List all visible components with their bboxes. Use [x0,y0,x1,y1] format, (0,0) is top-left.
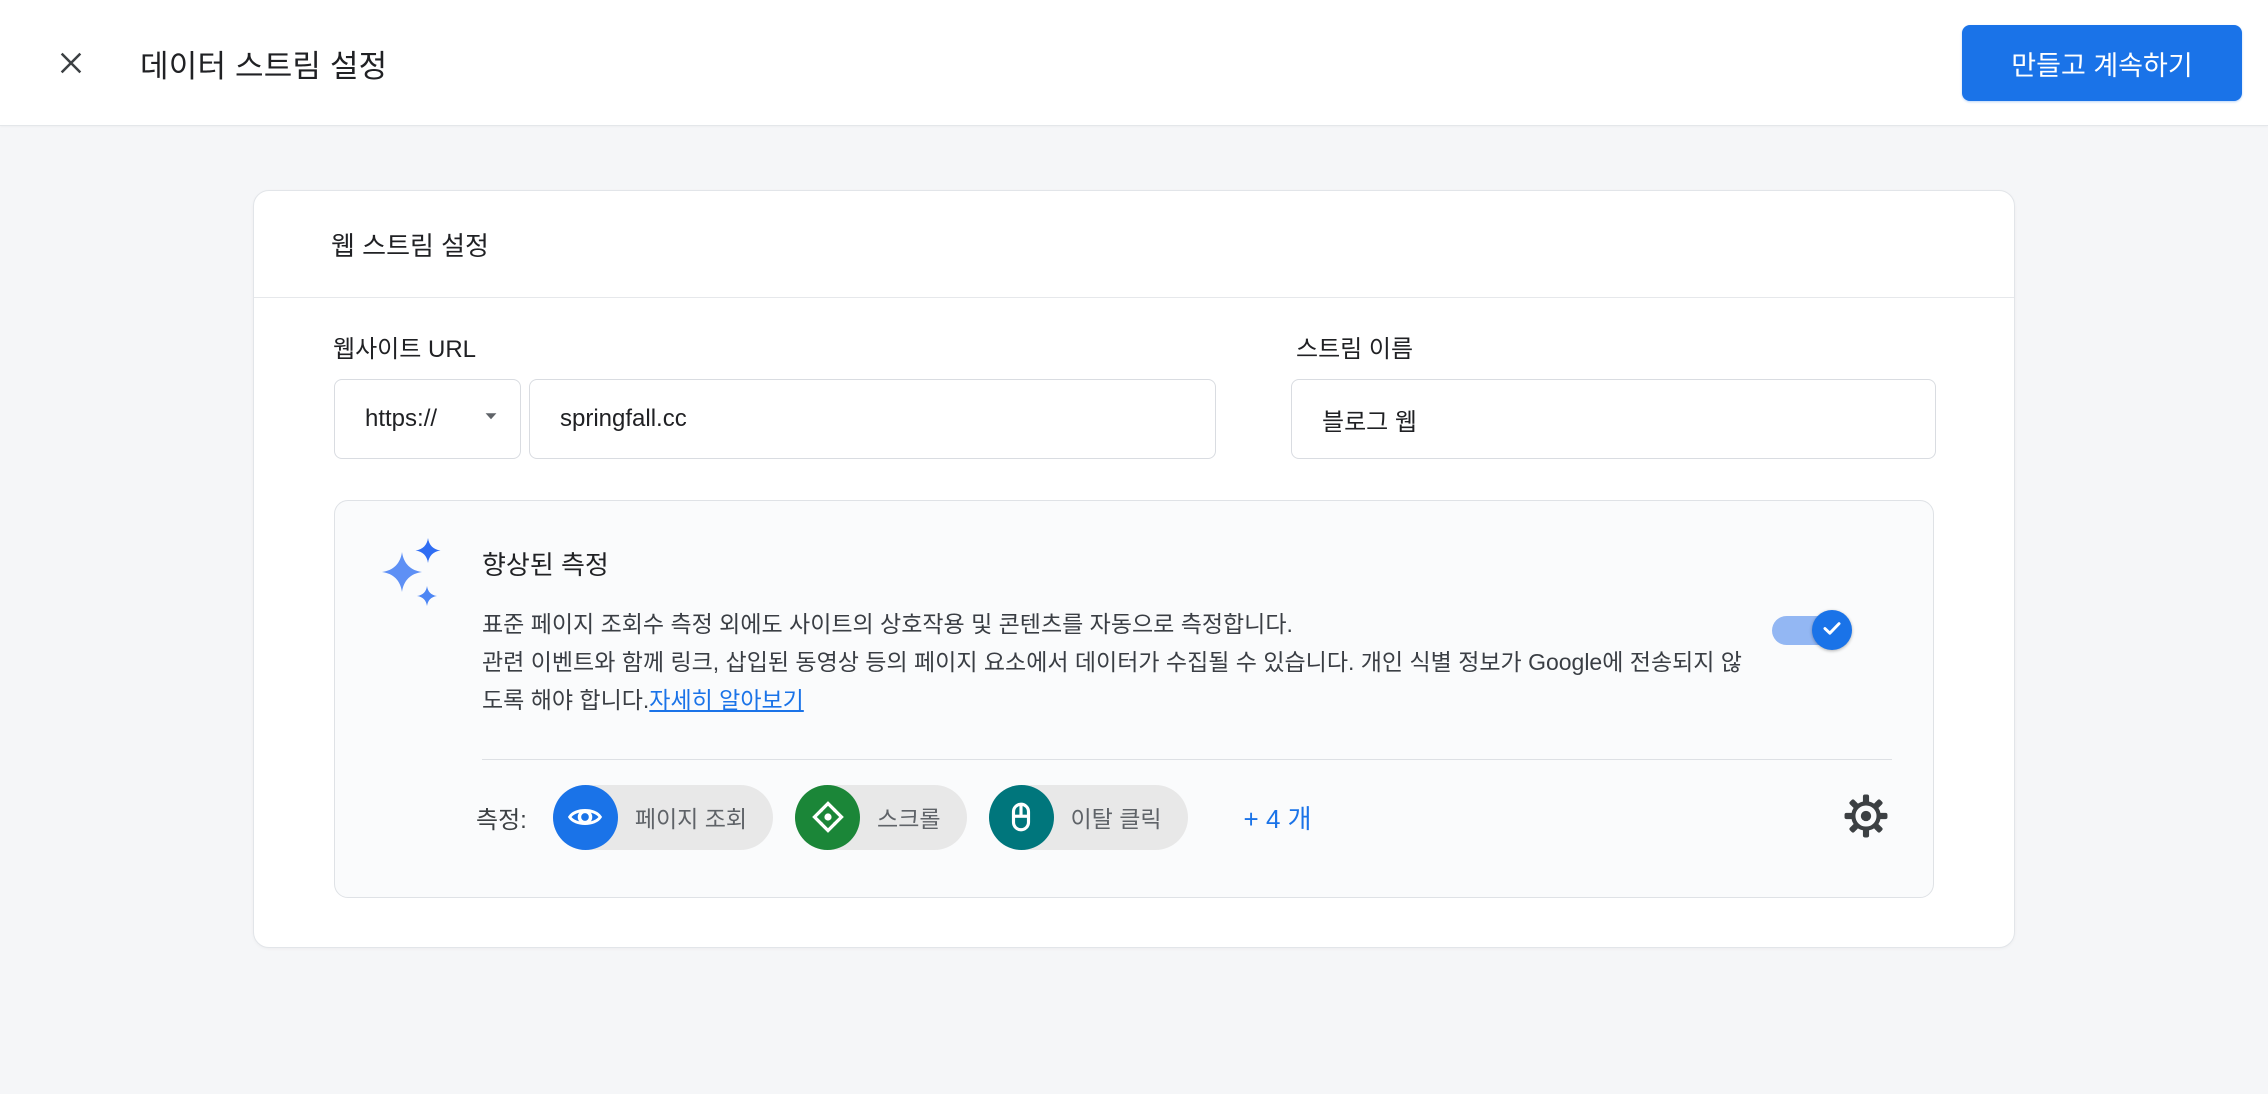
stream-name-input[interactable] [1291,379,1936,459]
measurement-divider [482,759,1892,760]
protocol-select[interactable]: https:// [334,379,521,459]
stream-name-label: 스트림 이름 [1296,329,1413,364]
chevron-down-icon [478,403,504,436]
website-url-input[interactable] [529,379,1216,459]
data-stream-setup-screen: 데이터 스트림 설정 만들고 계속하기 웹 스트림 설정 웹사이트 URL 스트… [0,0,2268,1094]
measurement-settings-button[interactable] [1840,791,1892,843]
scroll-icon [795,785,860,850]
chip-page-views: 페이지 조회 [553,785,773,850]
card-divider [254,297,2014,298]
measuring-label: 측정: [476,800,527,835]
more-count-link[interactable]: + 4 개 [1244,799,1312,836]
card-title: 웹 스트림 설정 [331,191,489,297]
chip-label: 페이지 조회 [635,800,747,834]
chip-outbound-clicks: 이탈 클릭 [989,785,1188,850]
enhanced-measurement-toggle[interactable] [1772,610,1846,650]
top-bar: 데이터 스트림 설정 만들고 계속하기 [0,0,2268,126]
gear-icon [1843,793,1889,842]
toggle-thumb [1812,610,1852,650]
eye-icon [553,785,618,850]
enhanced-measurement-card: 향상된 측정 표준 페이지 조회수 측정 외에도 사이트의 상호작용 및 콘텐츠… [334,500,1934,898]
close-button[interactable] [50,43,92,85]
chip-label: 이탈 클릭 [1071,800,1162,834]
page-title: 데이터 스트림 설정 [140,0,387,126]
enhanced-measurement-title: 향상된 측정 [482,545,609,582]
check-icon [1819,615,1845,646]
enhanced-measurement-description: 표준 페이지 조회수 측정 외에도 사이트의 상호작용 및 콘텐츠를 자동으로 … [482,605,1822,719]
measuring-row: 측정: 페이지 조회 [476,784,1892,850]
website-url-label: 웹사이트 URL [333,329,476,364]
close-icon [55,47,87,82]
learn-more-link[interactable]: 자세히 알아보기 [649,687,804,713]
chip-label: 스크롤 [877,800,940,834]
chip-scrolls: 스크롤 [795,785,966,850]
protocol-value: https:// [365,405,437,433]
mouse-icon [989,785,1054,850]
web-stream-settings-card: 웹 스트림 설정 웹사이트 URL 스트림 이름 https:// 향상된 측정… [253,190,2015,948]
create-and-continue-button[interactable]: 만들고 계속하기 [1962,25,2242,101]
sparkle-icon [380,538,444,610]
